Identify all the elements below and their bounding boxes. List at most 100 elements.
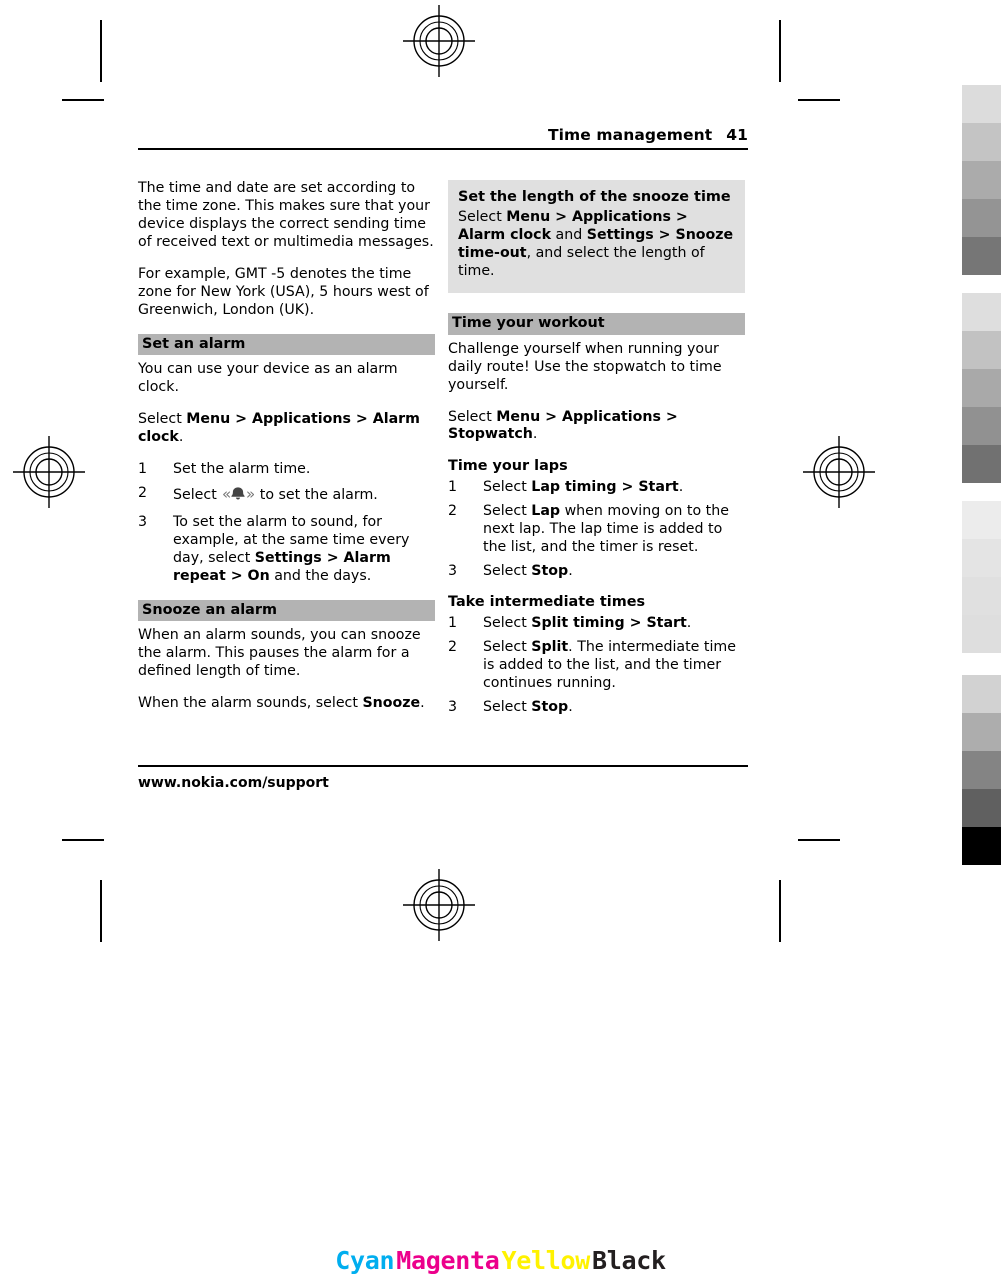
registration-mark-top xyxy=(403,5,475,77)
calibration-patch xyxy=(962,199,1001,237)
snooze-alarm-closing: When the alarm sounds, select Snooze. xyxy=(138,695,435,713)
step-text-after: and the days. xyxy=(269,567,372,584)
callout-body: Select Menu > Applications > Alarm clock… xyxy=(458,209,735,281)
step-suffix: . xyxy=(568,562,573,579)
list-item: 2 Select Split. The intermediate time is… xyxy=(448,639,745,693)
callout-middle: and xyxy=(551,227,587,244)
step-sep: > xyxy=(616,478,639,495)
calibration-patch xyxy=(962,369,1001,407)
calibration-patch xyxy=(962,123,1001,161)
step-prefix: Select xyxy=(483,562,532,579)
path-menu: Menu xyxy=(496,408,541,425)
trim-mark-top-right-horizontal xyxy=(798,99,840,101)
cmyk-label-black: Black xyxy=(592,1246,666,1275)
trim-mark-top-right-vertical xyxy=(779,20,781,82)
calibration-patch xyxy=(962,539,1001,577)
path-prefix: Select xyxy=(448,408,497,425)
calibration-patch xyxy=(962,445,1001,483)
svg-text:«: « xyxy=(222,485,231,502)
step-number: 2 xyxy=(448,638,458,655)
callout-snooze-length: Set the length of the snooze time Select… xyxy=(448,180,745,294)
two-column-layout: The time and date are set according to t… xyxy=(138,180,748,731)
trim-mark-bottom-left-vertical xyxy=(100,880,102,942)
page-number: 41 xyxy=(726,126,748,144)
svg-text:»: » xyxy=(246,485,254,502)
calibration-patch xyxy=(962,293,1001,331)
calibration-patch xyxy=(962,331,1001,369)
closing-suffix: . xyxy=(420,695,425,712)
path-applications: Applications xyxy=(562,408,661,425)
list-item: 1 Set the alarm time. xyxy=(138,461,435,479)
step-number: 3 xyxy=(138,513,148,530)
list-item: 3 To set the alarm to sound, for example… xyxy=(138,514,435,586)
list-item: 2 Select Lap when moving on to the next … xyxy=(448,503,745,557)
step-suffix: . xyxy=(678,478,684,495)
calibration-patch xyxy=(962,407,1001,445)
path-applications: Applications xyxy=(252,411,351,428)
step-number: 3 xyxy=(448,698,458,715)
step-bold-start: Start xyxy=(646,614,687,631)
cmyk-label-magenta: Magenta xyxy=(396,1246,500,1275)
step-suffix: . xyxy=(568,698,573,715)
calibration-patch xyxy=(962,827,1001,865)
path-stopwatch: Stopwatch xyxy=(448,426,533,443)
snooze-alarm-paragraph: When an alarm sounds, you can snooze the… xyxy=(138,627,421,680)
list-item: 2 Select «» to set the alarm. xyxy=(138,485,435,508)
set-alarm-steps: 1 Set the alarm time. 2 Select «» to set… xyxy=(138,461,435,586)
page-header: Time management 41 xyxy=(138,126,748,148)
callout-prefix: Select xyxy=(458,209,507,226)
closing-prefix: When the alarm sounds, select xyxy=(138,695,363,712)
left-column: The time and date are set according to t… xyxy=(138,180,435,731)
step-bold-split-timing: Split timing xyxy=(531,614,625,631)
step-prefix: Select xyxy=(483,502,532,519)
path-sep-2: > xyxy=(660,408,678,425)
step-number: 3 xyxy=(448,562,458,579)
closing-bold-snooze: Snooze xyxy=(362,695,421,712)
step-prefix: Select xyxy=(483,698,532,715)
step-bold-lap-timing: Lap timing xyxy=(531,478,617,495)
trim-mark-top-left-horizontal xyxy=(62,99,104,101)
color-calibration-strip xyxy=(962,85,1001,865)
trim-mark-bottom-right-horizontal xyxy=(798,839,840,841)
time-workout-paragraph: Challenge yourself when running your dai… xyxy=(448,340,722,393)
step-prefix: Select xyxy=(483,638,532,655)
list-item: 3 Select Stop. xyxy=(448,699,745,717)
subheading-take-intermediate-times: Take intermediate times xyxy=(448,594,646,611)
footer-divider xyxy=(138,764,748,767)
callout-bold-applications: Applications xyxy=(572,209,671,226)
path-sep-1: > xyxy=(540,408,563,425)
trim-mark-top-left-vertical xyxy=(100,20,102,82)
step-sep-2: > xyxy=(225,567,248,584)
calibration-patch xyxy=(962,675,1001,713)
callout-bold-menu: Menu xyxy=(506,209,551,226)
step-number: 2 xyxy=(138,485,148,501)
callout-bold-alarm-clock: Alarm clock xyxy=(458,227,552,244)
calibration-gap xyxy=(962,275,1001,293)
trim-mark-bottom-left-horizontal xyxy=(62,839,104,841)
calibration-gap xyxy=(962,483,1001,501)
step-bold-settings: Settings xyxy=(254,549,322,566)
subheading-time-your-laps: Time your laps xyxy=(448,458,568,475)
cmyk-label-yellow: Yellow xyxy=(501,1246,591,1275)
list-item: 3 Select Stop. xyxy=(448,563,745,581)
registration-mark-right xyxy=(803,436,875,508)
step-bold-lap: Lap xyxy=(531,502,561,519)
step-text: Set the alarm time. xyxy=(173,461,311,478)
set-alarm-menu-path: Select Menu > Applications > Alarm clock… xyxy=(138,411,435,447)
callout-sep-1: > xyxy=(550,209,573,226)
trim-mark-bottom-right-vertical xyxy=(779,880,781,942)
step-number: 1 xyxy=(138,461,148,478)
step-sep-1: > xyxy=(321,549,344,566)
path-prefix: Select xyxy=(138,411,187,428)
time-laps-steps: 1 Select Lap timing > Start. 2 Select La… xyxy=(448,479,745,581)
list-item: 1 Select Lap timing > Start. xyxy=(448,479,745,497)
calibration-patch xyxy=(962,161,1001,199)
path-end: . xyxy=(532,426,538,443)
time-workout-menu-path: Select Menu > Applications > Stopwatch. xyxy=(448,409,745,445)
header-divider xyxy=(138,148,748,150)
step-prefix: Select xyxy=(483,614,532,631)
set-alarm-paragraph: You can use your device as an alarm cloc… xyxy=(138,361,398,396)
section-heading-time-your-workout: Time your workout xyxy=(448,313,745,335)
step-sep: > xyxy=(624,614,647,631)
page-title: Time management xyxy=(547,126,713,144)
